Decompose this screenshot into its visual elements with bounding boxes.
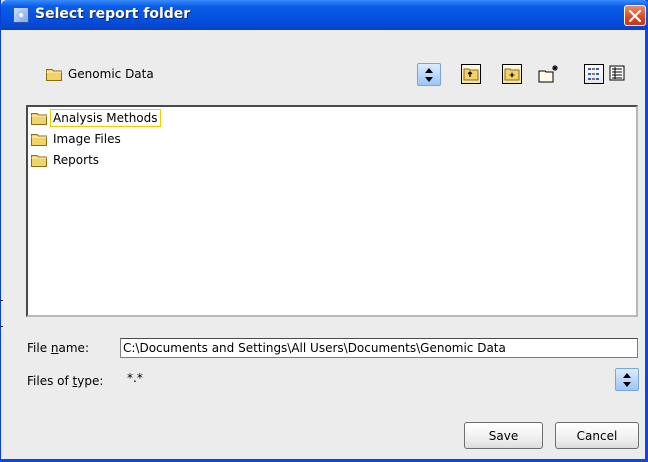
title-bar[interactable]: Select report folder (1, 0, 648, 30)
save-button[interactable]: Save (464, 422, 543, 449)
list-item-label: Reports (53, 153, 100, 167)
cancel-button[interactable]: Cancel (555, 422, 639, 449)
files-of-type-value: *.* (127, 371, 143, 385)
edge-tick (0, 326, 3, 327)
list-item-label: Analysis Methods (50, 109, 161, 127)
folder-icon (31, 112, 47, 125)
file-list[interactable]: Analysis Methods Image Files Reports (26, 105, 638, 317)
dialog-title: Select report folder (35, 6, 191, 22)
close-button[interactable] (624, 5, 646, 26)
look-in-value: Genomic Data (68, 67, 154, 81)
folder-icon (31, 133, 47, 146)
updown-arrows-icon (623, 373, 631, 387)
edge-tick (0, 300, 3, 301)
folder-icon (46, 69, 62, 81)
details-view-button[interactable] (608, 64, 628, 84)
list-item[interactable]: Analysis Methods (31, 109, 161, 127)
look-in-dropdown-button[interactable] (417, 63, 441, 86)
home-folder-icon (504, 68, 520, 81)
list-item[interactable]: Image Files (31, 130, 123, 148)
up-folder-icon (463, 68, 479, 81)
app-icon (13, 7, 29, 23)
list-item[interactable]: Reports (31, 151, 101, 169)
dialog-window: Select report folder Genomic Data Analys… (0, 0, 648, 462)
folder-icon (31, 154, 47, 167)
updown-arrows-icon (425, 68, 433, 82)
files-of-type-label: Files of type: (27, 374, 104, 388)
file-name-label: File name: (27, 341, 89, 355)
files-of-type-dropdown-button[interactable] (615, 368, 639, 391)
up-one-level-button[interactable] (461, 64, 481, 84)
list-item-label: Image Files (53, 132, 121, 146)
new-folder-icon (538, 65, 558, 83)
home-folder-button[interactable] (502, 64, 522, 84)
list-view-icon (588, 68, 599, 80)
close-icon (629, 10, 641, 22)
file-name-input[interactable] (120, 338, 638, 358)
list-view-button[interactable] (584, 64, 604, 84)
details-view-icon (609, 65, 625, 81)
new-folder-button[interactable] (538, 64, 558, 84)
